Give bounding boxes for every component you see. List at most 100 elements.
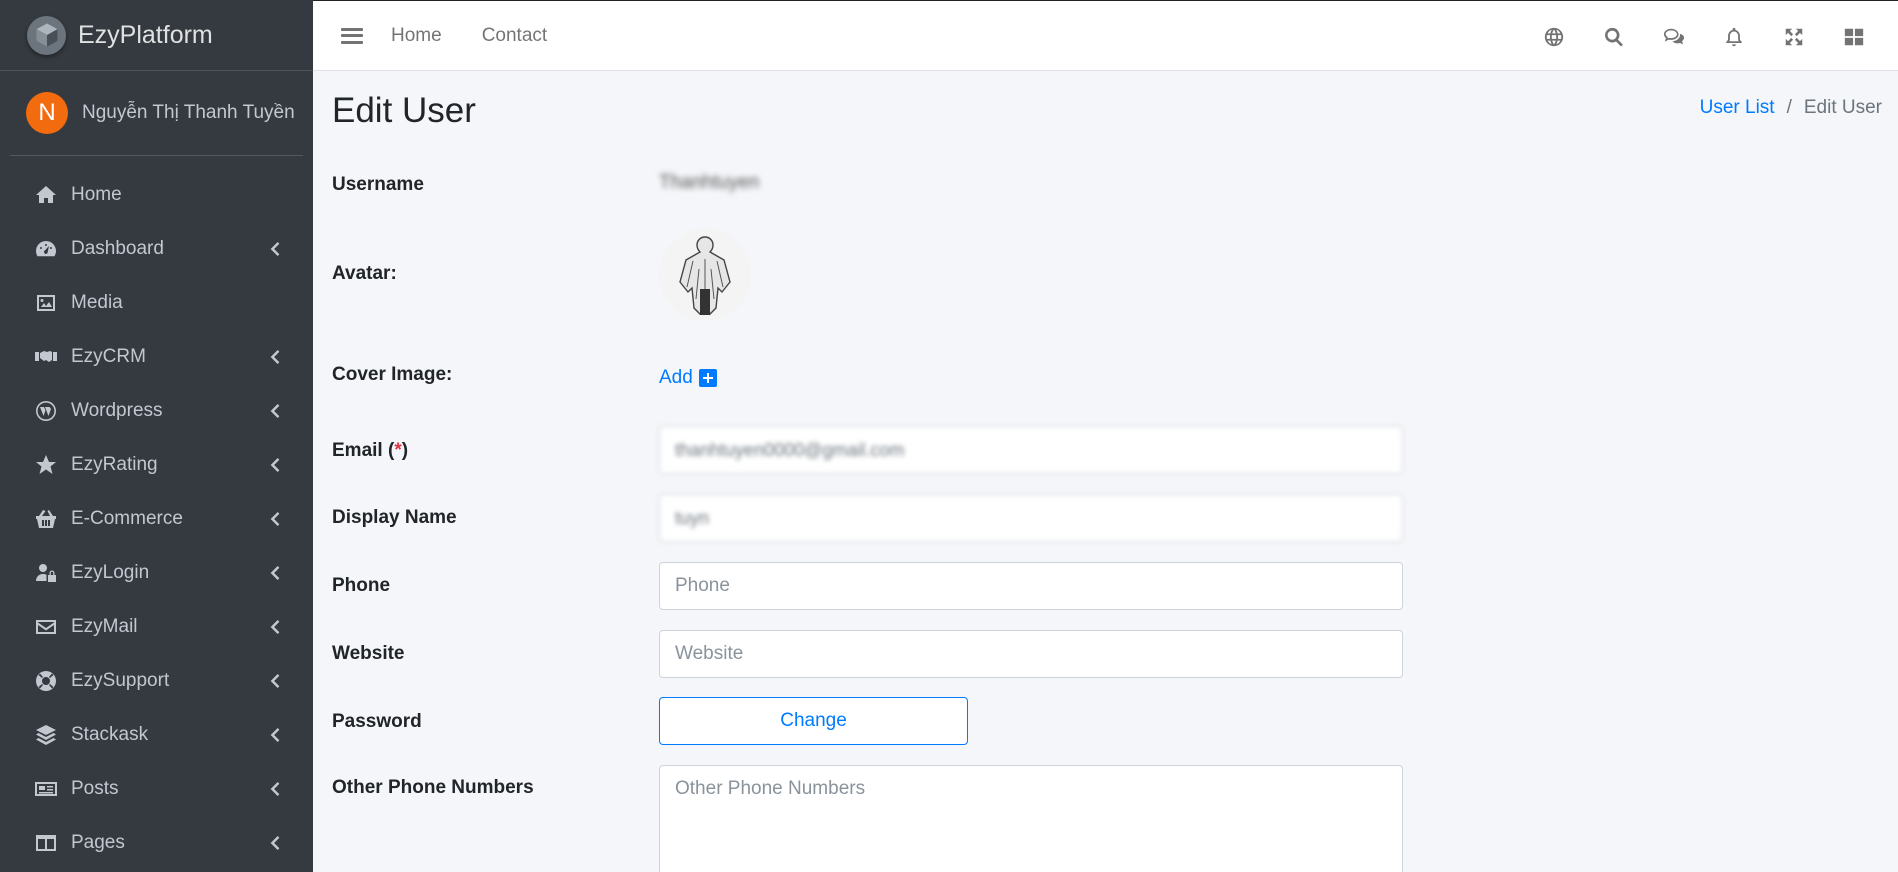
avatar-field (659, 229, 751, 321)
display-name-value: tuyn (675, 507, 710, 528)
phone-field-wrap (659, 562, 1403, 610)
chevron-left-icon (269, 728, 283, 742)
phone-row: Phone (332, 562, 1472, 610)
sidebar-item-label: Media (71, 292, 123, 313)
change-password-button[interactable]: Change (659, 697, 968, 745)
email-label: Email (*) (332, 440, 409, 461)
user-panel[interactable]: N Nguyễn Thị Thanh Tuyền (10, 71, 303, 156)
avatar-row: Avatar: (332, 229, 1472, 329)
lifebuoy-icon (33, 668, 59, 694)
home-icon (33, 182, 59, 208)
other-phones-textarea[interactable] (659, 765, 1403, 872)
globe-icon[interactable] (1524, 1, 1584, 72)
chevron-left-icon (269, 782, 283, 796)
add-cover-label: Add (659, 367, 693, 388)
sidebar-item-label: Posts (71, 778, 119, 799)
image-icon (33, 290, 59, 316)
username-value: Thanhtuyen (659, 172, 760, 193)
cover-image-label: Cover Image: (332, 364, 453, 385)
sidebar-item-posts[interactable]: Posts (0, 762, 313, 816)
menu-toggle-icon[interactable] (341, 26, 363, 46)
brand-link[interactable]: EzyPlatform (0, 0, 313, 71)
grid-icon[interactable] (1824, 1, 1884, 72)
cover-image-row: Cover Image: Add (332, 364, 1472, 404)
gauge-icon (33, 236, 59, 262)
sidebar-item-ezyrating[interactable]: EzyRating (0, 438, 313, 492)
sidebar-item-label: Home (71, 184, 122, 205)
avatar-image[interactable] (659, 229, 751, 321)
newspaper-icon (33, 776, 59, 802)
sidebar-item-label: EzySupport (71, 670, 170, 691)
user-lock-icon (33, 560, 59, 586)
email-value: thanhtuyen0000@gmail.com (675, 439, 905, 460)
wordpress-icon (33, 398, 59, 424)
avatar-label: Avatar: (332, 263, 397, 284)
other-phones-field-wrap (659, 765, 1403, 872)
sidebar-item-dashboard[interactable]: Dashboard (0, 222, 313, 276)
user-name: Nguyễn Thị Thanh Tuyền (82, 102, 295, 123)
sidebar: EzyPlatform N Nguyễn Thị Thanh Tuyền Hom… (0, 0, 313, 872)
website-row: Website (332, 630, 1472, 678)
chevron-left-icon (269, 512, 283, 526)
email-field[interactable]: thanhtuyen0000@gmail.com (659, 426, 1403, 474)
username-value-wrap: Thanhtuyen (659, 172, 759, 194)
sidebar-item-wordpress[interactable]: Wordpress (0, 384, 313, 438)
comments-icon[interactable] (1644, 1, 1704, 72)
user-avatar: N (26, 92, 68, 134)
top-navbar: Home Contact (313, 0, 1898, 71)
columns-icon (33, 830, 59, 856)
chevron-left-icon (269, 404, 283, 418)
username-label: Username (332, 174, 424, 195)
breadcrumb: User List / Edit User (1700, 97, 1882, 119)
display-name-label: Display Name (332, 507, 457, 528)
other-phones-label: Other Phone Numbers (332, 777, 534, 798)
sidebar-item-label: EzyMail (71, 616, 138, 637)
bell-icon[interactable] (1704, 1, 1764, 72)
sidebar-item-stackask[interactable]: Stackask (0, 708, 313, 762)
sidebar-item-ezymail[interactable]: EzyMail (0, 600, 313, 654)
page-title: Edit User (332, 91, 476, 130)
sidebar-item-label: EzyLogin (71, 562, 150, 583)
other-phones-row: Other Phone Numbers (332, 765, 1472, 872)
password-row: Password Change (332, 697, 1472, 745)
sidebar-item-label: Pages (71, 832, 125, 853)
layers-icon (33, 722, 59, 748)
add-cover-image-button[interactable]: Add (659, 367, 717, 389)
display-name-field-wrap: tuyn (659, 494, 1403, 542)
breadcrumb-user-list-link[interactable]: User List (1700, 97, 1775, 119)
basket-icon (33, 506, 59, 532)
display-name-field[interactable]: tuyn (659, 494, 1403, 542)
sidebar-item-media[interactable]: Media (0, 276, 313, 330)
website-input[interactable] (659, 630, 1403, 678)
website-field-wrap (659, 630, 1403, 678)
breadcrumb-separator: / (1786, 97, 1792, 118)
phone-label: Phone (332, 575, 391, 596)
expand-icon[interactable] (1764, 1, 1824, 72)
sidebar-item-home[interactable]: Home (0, 168, 313, 222)
cover-image-field: Add (659, 367, 717, 389)
chevron-left-icon (269, 350, 283, 364)
app-root: EzyPlatform N Nguyễn Thị Thanh Tuyền Hom… (0, 0, 1898, 872)
top-right-actions (1524, 1, 1884, 72)
required-mark: * (394, 440, 402, 461)
chevron-left-icon (269, 242, 283, 256)
sidebar-item-label: Wordpress (71, 400, 163, 421)
top-link-home[interactable]: Home (391, 25, 442, 47)
password-label: Password (332, 711, 422, 732)
sidebar-item-ezysupport[interactable]: EzySupport (0, 654, 313, 708)
sidebar-item-label: E-Commerce (71, 508, 183, 529)
sidebar-item-ezylogin[interactable]: EzyLogin (0, 546, 313, 600)
search-icon[interactable] (1584, 1, 1644, 72)
plus-square-icon (698, 369, 717, 387)
chevron-left-icon (269, 836, 283, 850)
star-icon (33, 452, 59, 478)
sidebar-item-pages[interactable]: Pages (0, 816, 313, 870)
brand-name: EzyPlatform (78, 20, 213, 49)
password-field-wrap: Change (659, 697, 968, 745)
sidebar-item-ezycrm[interactable]: EzyCRM (0, 330, 313, 384)
chevron-left-icon (269, 458, 283, 472)
top-link-contact[interactable]: Contact (482, 25, 547, 47)
website-label: Website (332, 643, 405, 664)
phone-input[interactable] (659, 562, 1403, 610)
sidebar-item-ecommerce[interactable]: E-Commerce (0, 492, 313, 546)
